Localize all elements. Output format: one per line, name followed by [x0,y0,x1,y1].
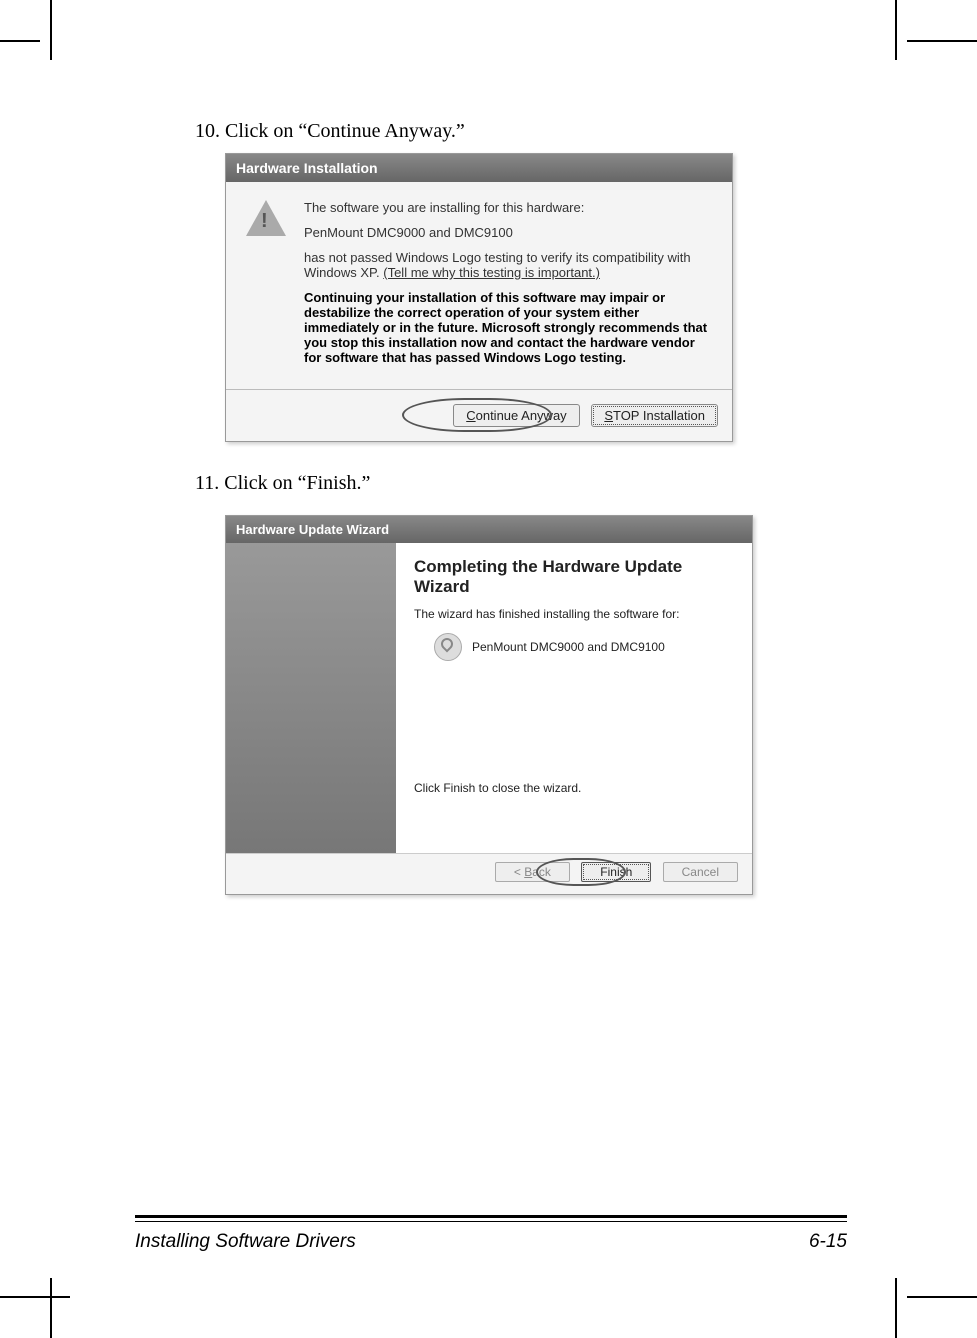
continue-anyway-button[interactable]: Continue Anyway [453,404,579,427]
tell-me-why-link[interactable]: (Tell me why this testing is important.) [383,265,600,280]
stop-installation-button[interactable]: STOP Installation [591,404,718,427]
footer-rule [135,1215,847,1218]
wizard-heading: Completing the Hardware Update Wizard [414,557,734,597]
device-icon [434,633,462,661]
crop-mark [907,40,977,42]
page-footer: Installing Software Drivers 6-15 [135,1231,847,1253]
footer-rule-thin [135,1221,847,1222]
close-instruction: Click Finish to close the wizard. [414,781,734,795]
back-button[interactable]: < Back [495,862,570,882]
hardware-update-wizard-dialog: Hardware Update Wizard Completing the Ha… [225,515,753,895]
crop-mark [50,1278,52,1338]
dialog-text: The software you are installing for this… [304,200,712,375]
crop-mark [895,1278,897,1338]
step-11-text: 11. Click on “Finish.” [195,472,847,495]
footer-section-title: Installing Software Drivers [135,1231,356,1253]
dialog-title: Hardware Installation [226,154,732,182]
crop-mark [50,0,52,60]
crop-mark [907,1296,977,1298]
hardware-installation-dialog: Hardware Installation The software you a… [225,153,733,442]
dialog-title: Hardware Update Wizard [226,516,752,543]
wizard-subtext: The wizard has finished installing the s… [414,607,734,621]
device-name: PenMount DMC9000 and DMC9100 [472,640,665,654]
finish-button[interactable]: Finish [581,862,651,882]
warning-paragraph: Continuing your installation of this sof… [304,290,712,365]
separator [226,389,732,390]
step-10-text: 10. Click on “Continue Anyway.” [195,120,847,143]
warning-icon [246,200,286,240]
crop-mark [0,1296,70,1298]
crop-mark [0,40,40,42]
footer-page-number: 6-15 [809,1231,847,1253]
page-body: 10. Click on “Continue Anyway.” Hardware… [195,120,847,895]
crop-mark [895,0,897,60]
logo-test-line: has not passed Windows Logo testing to v… [304,250,712,280]
device-name: PenMount DMC9000 and DMC9100 [304,225,712,240]
intro-line: The software you are installing for this… [304,200,712,215]
wizard-sidebar-image [226,543,396,853]
cancel-button[interactable]: Cancel [663,862,738,882]
